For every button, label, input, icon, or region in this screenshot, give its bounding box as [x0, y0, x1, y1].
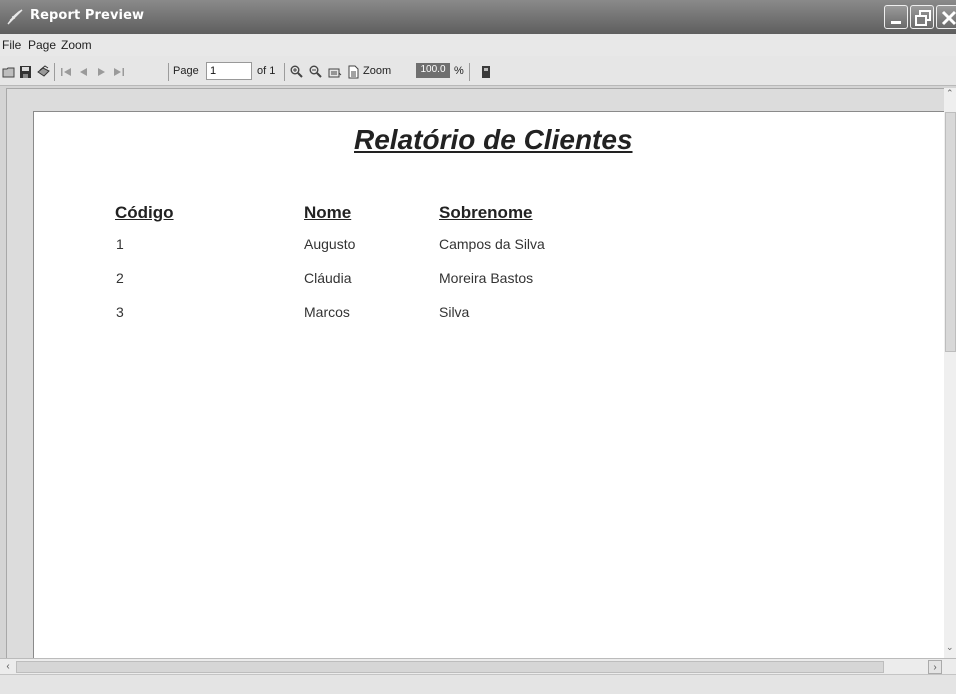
page-number-input[interactable]: 1	[206, 62, 252, 80]
scroll-down-icon[interactable]: ⌄	[946, 642, 954, 653]
toolbar-separator	[284, 63, 285, 81]
first-page-icon[interactable]	[60, 65, 72, 79]
toolbar-separator	[168, 63, 169, 81]
column-header-codigo: Código	[115, 203, 174, 222]
quill-icon	[7, 9, 23, 25]
save-icon[interactable]	[19, 65, 32, 79]
toolbar: Page 1 of 1 Zoom 100.0 %	[0, 56, 956, 86]
menu-page[interactable]: Page	[28, 38, 56, 52]
page-count-label: of 1	[257, 65, 276, 77]
close-icon	[941, 10, 956, 26]
horizontal-scrollbar[interactable]: ‹ ›	[0, 658, 956, 674]
vertical-scrollbar[interactable]: ⌃ ⌄	[944, 88, 956, 658]
column-header-sobrenome: Sobrenome	[439, 203, 533, 222]
print-icon[interactable]	[36, 65, 50, 79]
exit-icon[interactable]	[481, 65, 491, 79]
zoom-in-icon[interactable]	[290, 65, 303, 79]
minimize-button[interactable]	[884, 5, 908, 29]
cell-codigo: 3	[116, 304, 124, 320]
zoom-out-icon[interactable]	[309, 65, 322, 79]
menu-zoom[interactable]: Zoom	[61, 38, 92, 52]
report-title: Relatório de Clientes	[354, 124, 633, 155]
menu-file[interactable]: File	[2, 38, 21, 52]
toolbar-separator	[54, 63, 55, 81]
percent-label: %	[454, 65, 464, 77]
cell-sobrenome: Silva	[439, 304, 470, 320]
restore-icon	[915, 10, 931, 26]
cell-nome: Augusto	[304, 236, 356, 252]
scroll-up-icon[interactable]: ⌃	[946, 88, 954, 99]
horizontal-scroll-thumb[interactable]	[16, 661, 884, 673]
scroll-right-icon[interactable]: ›	[928, 660, 942, 674]
whole-page-icon[interactable]	[347, 65, 359, 79]
minimize-icon	[891, 21, 901, 24]
cell-codigo: 2	[116, 270, 124, 286]
cell-nome: Cláudia	[304, 270, 352, 286]
toolbar-separator	[469, 63, 470, 81]
vertical-scroll-thumb[interactable]	[945, 112, 956, 352]
title-bar: Report Preview	[0, 0, 956, 34]
cell-sobrenome: Campos da Silva	[439, 236, 545, 252]
scroll-left-icon[interactable]: ‹	[1, 660, 15, 674]
close-button[interactable]	[936, 5, 956, 29]
cell-codigo: 1	[116, 236, 124, 252]
next-page-icon[interactable]	[97, 65, 107, 79]
last-page-icon[interactable]	[113, 65, 125, 79]
zoom-input[interactable]: 100.0	[416, 63, 450, 78]
zoom-label: Zoom	[363, 65, 392, 77]
cell-nome: Marcos	[304, 304, 350, 320]
previous-page-icon[interactable]	[78, 65, 88, 79]
page-label: Page	[173, 65, 199, 77]
restore-button[interactable]	[910, 5, 934, 29]
cell-sobrenome: Moreira Bastos	[439, 270, 534, 286]
report-page: Relatório de Clientes Código Nome Sobren…	[33, 111, 950, 658]
status-bar	[0, 674, 956, 694]
report-preview-area[interactable]: Relatório de Clientes Código Nome Sobren…	[6, 88, 950, 658]
menu-bar: File Page Zoom	[0, 34, 956, 56]
window-title: Report Preview	[30, 8, 145, 23]
column-header-nome: Nome	[304, 203, 352, 222]
fit-width-icon[interactable]	[328, 65, 342, 79]
open-icon[interactable]	[2, 65, 16, 79]
